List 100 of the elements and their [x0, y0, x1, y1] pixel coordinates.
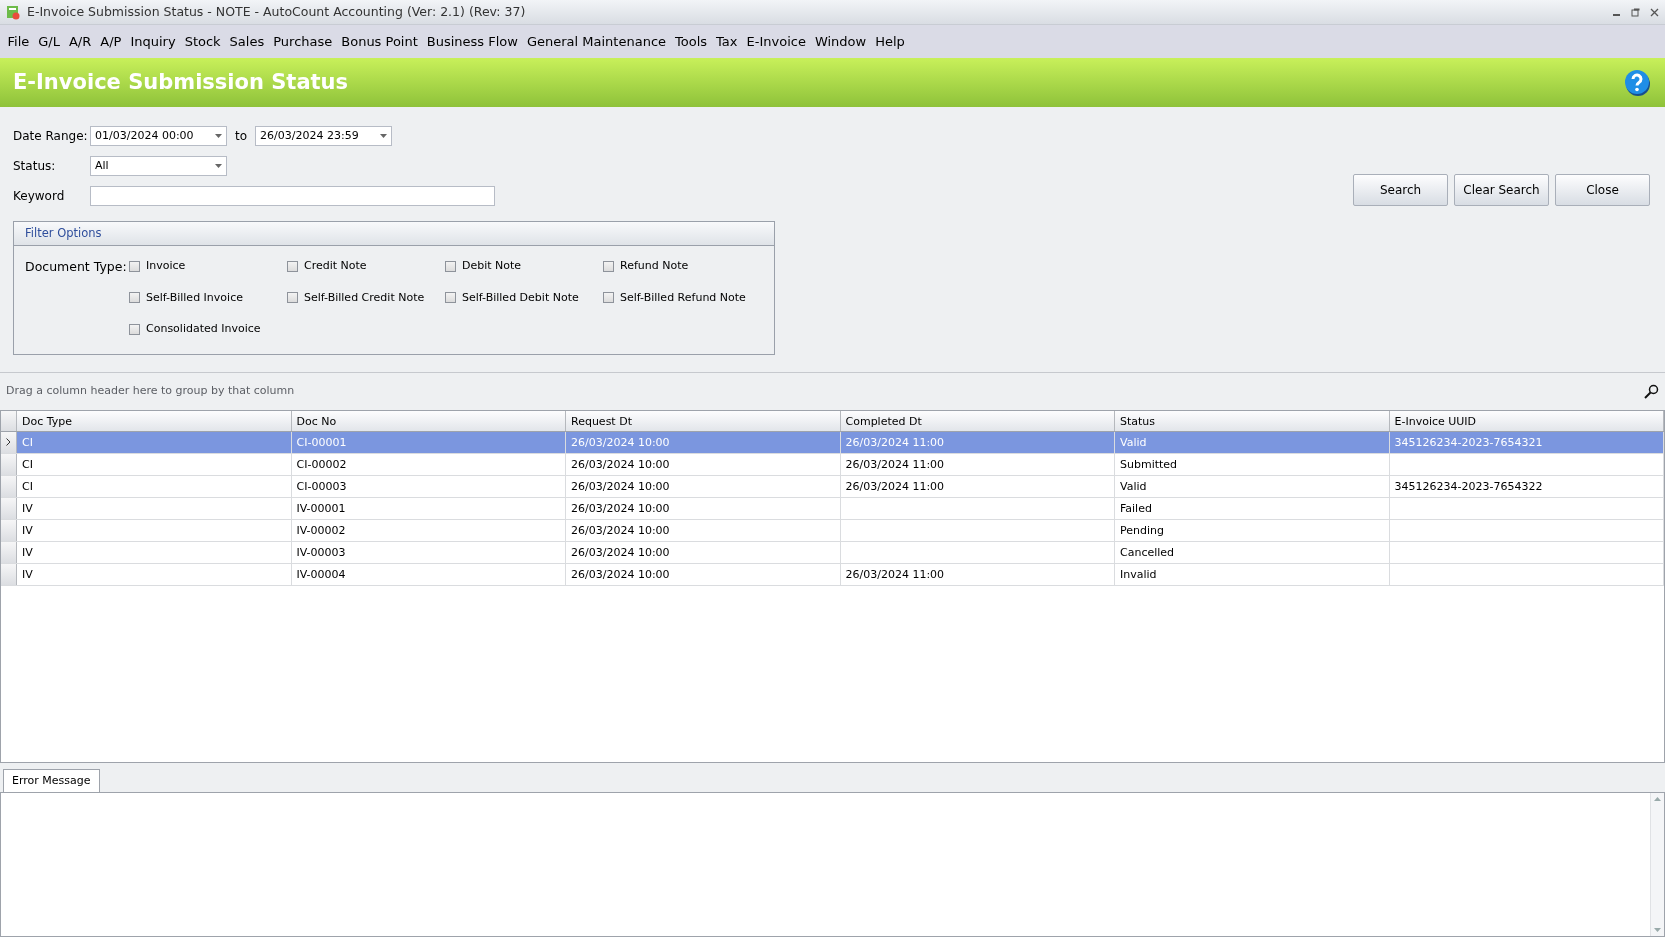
- scroll-up-icon[interactable]: [1654, 797, 1661, 801]
- help-icon[interactable]: [1624, 67, 1652, 98]
- search-icon[interactable]: [1644, 383, 1659, 399]
- checkbox[interactable]: [603, 260, 614, 272]
- field-label: Keyword: [13, 188, 66, 205]
- checkbox[interactable]: [445, 292, 456, 304]
- row-indicator[interactable]: [1, 497, 17, 519]
- clear-search-button[interactable]: Clear Search: [1454, 174, 1549, 206]
- row-indicator[interactable]: [1, 475, 17, 497]
- menu-item[interactable]: General Maintenance: [522, 31, 671, 52]
- table-cell: IV: [17, 497, 292, 519]
- table-cell: 26/03/2024 11:00: [840, 431, 1115, 453]
- checkbox-label: Self-Billed Invoice: [146, 289, 243, 306]
- column-header[interactable]: Request Dt: [566, 410, 841, 431]
- table-cell: CI-00003: [291, 475, 566, 497]
- table-cell: Submitted: [1115, 453, 1390, 475]
- checkbox-label: Consolidated Invoice: [146, 321, 261, 337]
- menu-item[interactable]: Business Flow: [422, 31, 523, 52]
- table-cell: CI: [17, 431, 292, 453]
- field-label: Date Range:: [13, 128, 89, 145]
- date-to-field[interactable]: 26/03/2024 23:59: [255, 126, 393, 146]
- table-cell: 26/03/2024 10:00: [566, 541, 841, 563]
- table-cell: Invalid: [1115, 563, 1390, 585]
- table-cell: 26/03/2024 10:00: [566, 475, 841, 497]
- column-header[interactable]: Doc No: [291, 410, 566, 431]
- checkbox[interactable]: [129, 260, 140, 272]
- table-cell: Cancelled: [1115, 541, 1390, 563]
- row-indicator[interactable]: [1, 519, 17, 541]
- table-cell: IV: [17, 563, 292, 585]
- menu-item[interactable]: A/P: [95, 31, 126, 52]
- table-cell: 26/03/2024 10:00: [566, 497, 841, 519]
- menu-item[interactable]: Inquiry: [125, 31, 181, 52]
- menu-item[interactable]: Window: [810, 31, 871, 52]
- menu-item[interactable]: Tax: [711, 31, 743, 52]
- restore-icon[interactable]: [1631, 7, 1640, 17]
- table-cell: CI: [17, 475, 292, 497]
- table-cell: 26/03/2024 11:00: [840, 475, 1115, 497]
- menu-item[interactable]: A/R: [64, 31, 96, 52]
- menu-item[interactable]: Sales: [225, 31, 269, 52]
- table-cell: IV-00001: [291, 497, 566, 519]
- close-button[interactable]: Close: [1555, 174, 1650, 206]
- date-from-field[interactable]: 01/03/2024 00:00: [90, 126, 227, 146]
- table-cell: CI-00002: [291, 453, 566, 475]
- table-cell: 26/03/2024 10:00: [566, 453, 841, 475]
- dropdown-arrow-icon[interactable]: [215, 134, 222, 138]
- checkbox[interactable]: [129, 323, 140, 335]
- row-indicator[interactable]: [1, 431, 17, 453]
- table-cell: IV: [17, 519, 292, 541]
- checkbox-label: Self-Billed Debit Note: [462, 289, 579, 306]
- menu-item[interactable]: Bonus Point: [336, 31, 423, 52]
- form-title: E-Invoice Submission Status: [13, 69, 349, 96]
- dropdown-arrow-icon[interactable]: [215, 164, 222, 168]
- scrollbar[interactable]: [1650, 793, 1664, 936]
- keyword-field[interactable]: [90, 186, 495, 206]
- checkbox[interactable]: [287, 260, 298, 272]
- close-icon[interactable]: [1650, 7, 1659, 17]
- table-cell: 345126234-2023-7654321: [1389, 431, 1664, 453]
- checkbox-label: Debit Note: [462, 258, 522, 274]
- checkbox[interactable]: [445, 260, 456, 272]
- checkbox[interactable]: [129, 292, 140, 304]
- row-indicator[interactable]: [1, 541, 17, 563]
- table-cell: 26/03/2024 10:00: [566, 431, 841, 453]
- table-cell: 26/03/2024 10:00: [566, 563, 841, 585]
- checkbox[interactable]: [287, 292, 298, 304]
- table-cell: IV-00004: [291, 563, 566, 585]
- table-cell: Valid: [1115, 475, 1390, 497]
- row-indicator[interactable]: [1, 453, 17, 475]
- tab[interactable]: Error Message: [3, 768, 100, 792]
- menu-item[interactable]: Purchase: [268, 31, 337, 52]
- menu-item[interactable]: Stock: [180, 31, 226, 52]
- scroll-down-icon[interactable]: [1654, 928, 1661, 932]
- checkbox-label: Invoice: [146, 258, 186, 274]
- table-cell: Valid: [1115, 431, 1390, 453]
- status-dropdown[interactable]: All: [90, 156, 227, 176]
- checkbox[interactable]: [603, 292, 614, 304]
- table-cell: IV-00002: [291, 519, 566, 541]
- column-header[interactable]: Completed Dt: [840, 410, 1115, 431]
- app-icon: [6, 4, 21, 20]
- search-button[interactable]: Search: [1353, 174, 1448, 206]
- checkbox-label: Credit Note: [304, 258, 367, 274]
- dropdown-arrow-icon[interactable]: [380, 134, 388, 138]
- table-cell: Failed: [1115, 497, 1390, 519]
- menu-item[interactable]: E-Invoice: [742, 31, 811, 52]
- menu-item[interactable]: File: [3, 31, 34, 52]
- row-indicator[interactable]: [1, 563, 17, 585]
- column-header[interactable]: Status: [1115, 410, 1390, 431]
- table-cell: CI-00001: [291, 431, 566, 453]
- current-row-icon: [6, 438, 11, 446]
- checkbox-label: Self-Billed Refund Note: [620, 289, 746, 306]
- menu-item[interactable]: Tools: [670, 31, 712, 52]
- table-cell: 345126234-2023-7654322: [1389, 475, 1664, 497]
- column-header[interactable]: Doc Type: [17, 410, 292, 431]
- field-label: Status:: [13, 158, 57, 175]
- menu-item[interactable]: Help: [870, 31, 910, 52]
- field-label: Document Type:: [25, 258, 128, 276]
- menu-item[interactable]: G/L: [33, 31, 65, 52]
- table-cell: 26/03/2024 11:00: [840, 453, 1115, 475]
- table-cell: IV-00003: [291, 541, 566, 563]
- column-header[interactable]: E-Invoice UUID: [1389, 410, 1664, 431]
- table-cell: 26/03/2024 10:00: [566, 519, 841, 541]
